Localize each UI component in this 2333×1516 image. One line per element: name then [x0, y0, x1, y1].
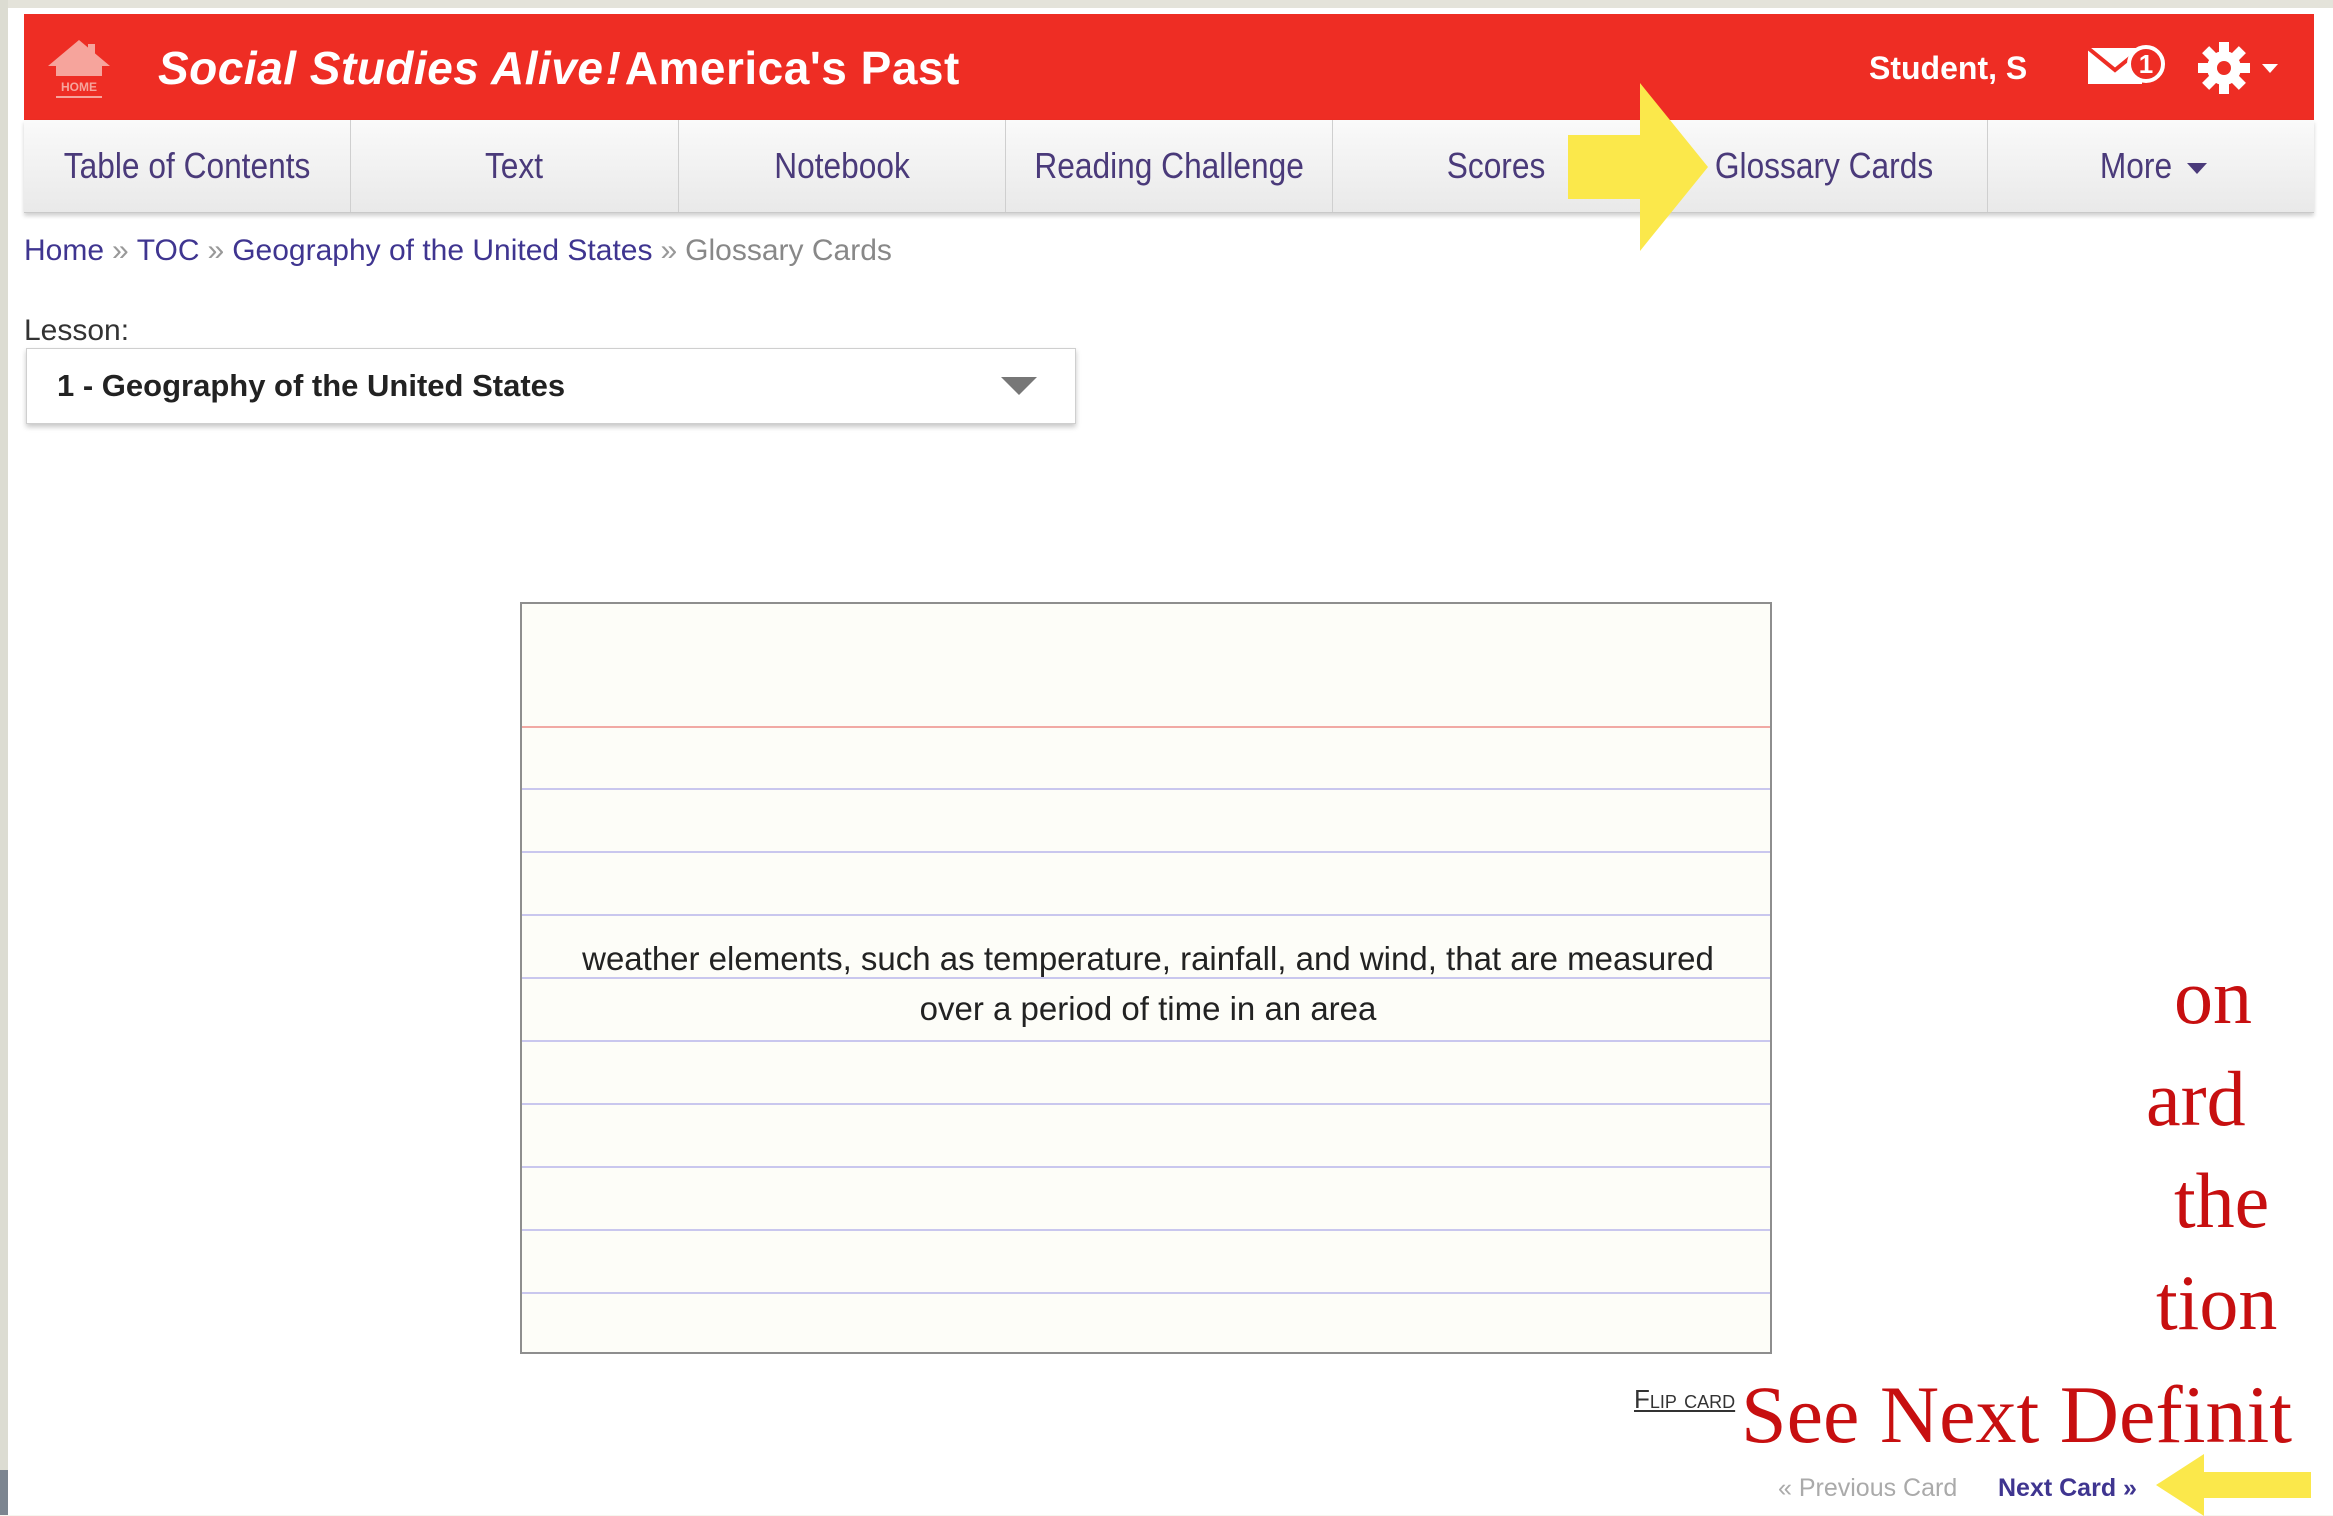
- breadcrumb-current: Glossary Cards: [685, 234, 892, 267]
- window-edge-top: [0, 0, 2333, 8]
- chevron-down-icon: [2262, 64, 2278, 73]
- overlay-text-line: the: [2174, 1157, 2270, 1244]
- window-edge-sliver: [0, 1470, 8, 1515]
- settings-gear-icon: [2198, 42, 2278, 94]
- overlay-text-line: tion: [2156, 1259, 2278, 1346]
- card-rule-line: [522, 1166, 1770, 1168]
- breadcrumb-separator: »: [112, 234, 129, 267]
- home-house-icon: HOME: [48, 40, 110, 98]
- flip-card-link[interactable]: Flip card: [1634, 1384, 1735, 1415]
- highlight-arrow-left-icon: [2156, 1454, 2311, 1516]
- brand-title-part1: Social Studies Alive: [158, 42, 604, 94]
- home-icon[interactable]: HOME: [46, 36, 112, 102]
- nav-tabs: Table of Contents Text Notebook Reading …: [24, 120, 2314, 213]
- brand-bang: !: [605, 42, 621, 94]
- card-rule-line: [522, 851, 1770, 853]
- tab-label: Reading Challenge: [1034, 145, 1304, 186]
- overlay-text-line: on: [2174, 953, 2252, 1040]
- breadcrumb: Home» TOC» Geography of the United States»…: [24, 234, 892, 268]
- card-rule-line: [522, 1103, 1770, 1105]
- page: HOME Social Studies Alive!America's Past…: [8, 8, 2333, 1516]
- tab-glossary-cards[interactable]: Glossary Cards: [1660, 120, 1988, 212]
- overlay-text-line: ard: [2146, 1055, 2246, 1142]
- glossary-card[interactable]: weather elements, such as temperature, r…: [520, 602, 1772, 1354]
- breadcrumb-home-link[interactable]: Home: [24, 234, 104, 267]
- caret-down-icon: [2186, 162, 2207, 174]
- tab-label: Text: [485, 145, 544, 186]
- card-rule-line: [522, 1229, 1770, 1231]
- previous-card-link[interactable]: « Previous Card: [1778, 1474, 1957, 1503]
- tab-table-of-contents[interactable]: Table of Contents: [24, 120, 352, 212]
- card-rule-line: [522, 914, 1770, 916]
- mail-envelope-icon: 1: [2086, 45, 2165, 84]
- header-bar: HOME Social Studies Alive!America's Past…: [24, 14, 2314, 120]
- home-label: HOME: [61, 80, 97, 94]
- brand-title-part2: America's Past: [624, 42, 960, 94]
- card-rule-line: [522, 788, 1770, 790]
- tab-text[interactable]: Text: [351, 120, 679, 212]
- breadcrumb-separator: »: [207, 234, 225, 267]
- tab-label: More: [2099, 145, 2172, 186]
- highlight-arrow-right-icon: [1568, 83, 1708, 251]
- tab-notebook[interactable]: Notebook: [679, 120, 1006, 212]
- breadcrumb-toc-link[interactable]: TOC: [137, 234, 200, 267]
- mail-count-badge: 1: [2139, 49, 2153, 79]
- tab-label: Glossary Cards: [1714, 145, 1933, 186]
- breadcrumb-separator: »: [660, 234, 678, 267]
- lesson-label: Lesson:: [24, 314, 130, 347]
- mail-icon[interactable]: 1: [2086, 42, 2166, 92]
- card-rule-line: [522, 1040, 1770, 1042]
- breadcrumb-chapter-link[interactable]: Geography of the United States: [232, 234, 652, 267]
- window-edge-left: [0, 0, 8, 1515]
- tab-label: Scores: [1446, 145, 1546, 186]
- next-card-link[interactable]: Next Card »: [1998, 1474, 2137, 1503]
- card-rule-line: [522, 1292, 1770, 1294]
- brand-title: Social Studies Alive!America's Past: [158, 36, 960, 100]
- card-definition: weather elements, such as temperature, r…: [582, 940, 1714, 1027]
- tab-label: Table of Contents: [63, 145, 311, 186]
- user-name[interactable]: Student, S: [1869, 44, 2027, 92]
- tab-reading-challenge[interactable]: Reading Challenge: [1006, 120, 1334, 212]
- dropdown-triangle-icon: [1001, 377, 1037, 395]
- card-margin-line: [522, 726, 1770, 728]
- gear-icon[interactable]: [2196, 38, 2286, 98]
- tab-label: Notebook: [773, 145, 910, 186]
- overlay-see-next-definition: See Next Definit: [1741, 1369, 2293, 1460]
- lesson-dropdown[interactable]: 1 - Geography of the United States: [26, 348, 1076, 424]
- tab-more[interactable]: More: [1988, 120, 2314, 212]
- lesson-selected-value: 1 - Geography of the United States: [57, 368, 566, 403]
